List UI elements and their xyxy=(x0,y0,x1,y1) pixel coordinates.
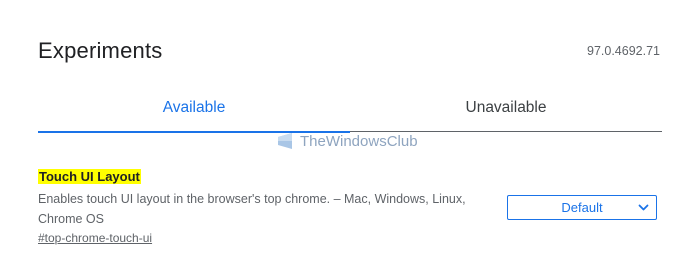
watermark-text: TheWindowsClub xyxy=(300,132,418,150)
tab-bar: Available Unavailable xyxy=(38,84,662,133)
chevron-down-icon xyxy=(638,204,649,211)
windows-logo-icon xyxy=(278,133,292,149)
page-title: Experiments xyxy=(38,38,163,63)
experiment-description: Enables touch UI layout in the browser's… xyxy=(38,192,466,226)
experiment-state-select[interactable]: Default xyxy=(507,195,657,220)
select-value: Default xyxy=(561,200,603,215)
flags-page: Experiments 97.0.4692.71 Available Unava… xyxy=(0,0,700,279)
tab-available[interactable]: Available xyxy=(38,84,350,131)
version-label: 97.0.4692.71 xyxy=(587,44,660,58)
experiment-link[interactable]: #top-chrome-touch-ui xyxy=(38,231,152,245)
tab-unavailable[interactable]: Unavailable xyxy=(350,84,662,131)
watermark: TheWindowsClub xyxy=(276,131,418,151)
experiment-title: Touch UI Layout xyxy=(38,169,141,184)
